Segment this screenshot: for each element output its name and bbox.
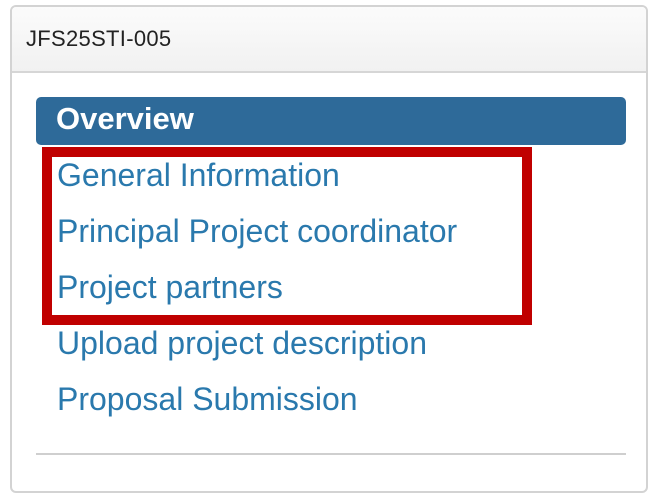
nav-item-overview[interactable]: Overview xyxy=(36,97,626,145)
project-panel: JFS25STI-005 Overview General Informatio… xyxy=(10,5,648,493)
nav-item-overview-label: Overview xyxy=(56,101,194,136)
panel-header: JFS25STI-005 xyxy=(12,7,646,73)
divider xyxy=(36,453,626,455)
nav-link-general-information[interactable]: General Information xyxy=(57,157,340,194)
nav-link-project-partners[interactable]: Project partners xyxy=(57,269,283,306)
nav-link-upload-project-description[interactable]: Upload project description xyxy=(57,325,427,362)
nav-link-principal-project-coordinator[interactable]: Principal Project coordinator xyxy=(57,213,457,250)
panel-title: JFS25STI-005 xyxy=(26,26,172,51)
nav-link-proposal-submission[interactable]: Proposal Submission xyxy=(57,381,358,418)
